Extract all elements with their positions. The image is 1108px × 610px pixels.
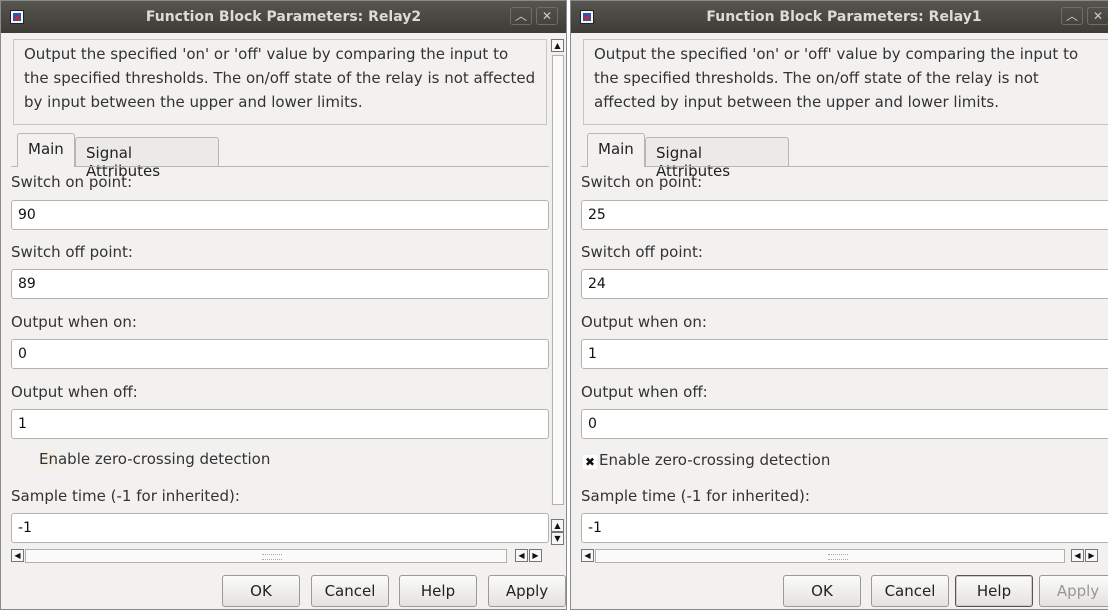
scrollbar-thumb[interactable] (25, 549, 507, 563)
scroll-right-icon[interactable]: ▶ (1085, 549, 1098, 562)
switch-off-field[interactable]: 89 (11, 269, 549, 299)
scroll-left-icon[interactable]: ◀ (11, 549, 24, 562)
tab-signal-attributes[interactable]: Signal Attributes (75, 137, 219, 180)
switch-on-label: Switch on point: (581, 173, 703, 191)
sample-time-field[interactable]: -1 (581, 513, 1108, 543)
block-description: Output the specified 'on' or 'off' value… (583, 39, 1108, 125)
ok-button[interactable]: OK (222, 575, 300, 607)
grip-icon (828, 554, 848, 560)
apply-button[interactable]: Apply (488, 575, 566, 607)
sample-time-label: Sample time (-1 for inherited): (581, 487, 810, 505)
chevron-up-icon[interactable]: ︿ (1061, 7, 1083, 25)
apply-button[interactable]: Apply (1039, 575, 1108, 607)
close-icon[interactable]: ✕ (1087, 7, 1108, 25)
scroll-up-icon[interactable]: ▲ (551, 519, 564, 532)
block-description: Output the specified 'on' or 'off' value… (13, 39, 547, 125)
zero-crossing-label: Enable zero-crossing detection (39, 450, 271, 468)
vertical-scrollbar[interactable]: ▲ ▲ ▼ (550, 39, 566, 547)
scroll-right-icon[interactable]: ▶ (529, 549, 542, 562)
output-on-label: Output when on: (11, 313, 137, 331)
zero-crossing-label: Enable zero-crossing detection (599, 451, 831, 469)
switch-on-label: Switch on point: (11, 173, 133, 191)
output-on-field[interactable]: 1 (581, 339, 1108, 369)
close-icon[interactable]: ✕ (536, 7, 558, 25)
horizontal-scrollbar[interactable]: ◀ ◀ ▶ (581, 547, 1108, 565)
tab-signal-attributes[interactable]: Signal Attributes (645, 137, 789, 180)
scroll-left-icon[interactable]: ◀ (581, 549, 594, 562)
tab-divider (11, 166, 549, 167)
parameters-scroll-area: Output the specified 'on' or 'off' value… (581, 37, 1108, 547)
dialog-relay1: Function Block Parameters: Relay1 ︿ ✕ Ou… (570, 0, 1108, 610)
grip-icon (262, 554, 282, 560)
tab-main[interactable]: Main (587, 133, 645, 167)
zero-crossing-checkbox[interactable]: ✖ (583, 455, 597, 469)
parameters-scroll-area: Output the specified 'on' or 'off' value… (11, 37, 549, 547)
scroll-up-icon[interactable]: ▲ (551, 39, 564, 52)
help-button[interactable]: Help (399, 575, 477, 607)
output-off-label: Output when off: (581, 383, 708, 401)
ok-button[interactable]: OK (783, 575, 861, 607)
scrollbar-thumb[interactable] (595, 549, 1065, 563)
tab-main[interactable]: Main (17, 133, 75, 167)
dialog-relay2: Function Block Parameters: Relay2 ︿ ✕ Ou… (0, 0, 567, 610)
button-row: OK Cancel Help Apply (571, 575, 1108, 609)
output-on-field[interactable]: 0 (11, 339, 549, 369)
chevron-up-icon[interactable]: ︿ (510, 7, 532, 25)
help-button[interactable]: Help (955, 575, 1033, 607)
scrollbar-thumb[interactable] (552, 55, 564, 505)
switch-off-field[interactable]: 24 (581, 269, 1108, 299)
horizontal-scrollbar[interactable]: ◀ ◀ ▶ (11, 547, 549, 565)
switch-on-field[interactable]: 25 (581, 200, 1108, 230)
window-title: Function Block Parameters: Relay1 (706, 9, 982, 25)
title-bar[interactable]: Function Block Parameters: Relay2 ︿ ✕ (1, 1, 566, 33)
window-title: Function Block Parameters: Relay2 (145, 9, 422, 25)
button-row: OK Cancel Help Apply (1, 575, 566, 609)
tab-divider (581, 166, 1108, 167)
output-off-field[interactable]: 0 (581, 409, 1108, 439)
sample-time-label: Sample time (-1 for inherited): (11, 487, 240, 505)
cancel-button[interactable]: Cancel (871, 575, 949, 607)
output-on-label: Output when on: (581, 313, 707, 331)
switch-off-label: Switch off point: (11, 243, 133, 261)
output-off-field[interactable]: 1 (11, 409, 549, 439)
scroll-down-icon[interactable]: ▼ (551, 532, 564, 545)
switch-off-label: Switch off point: (581, 243, 703, 261)
cancel-button[interactable]: Cancel (311, 575, 389, 607)
switch-on-field[interactable]: 90 (11, 200, 549, 230)
output-off-label: Output when off: (11, 383, 138, 401)
scroll-left-icon[interactable]: ◀ (1071, 549, 1084, 562)
title-bar[interactable]: Function Block Parameters: Relay1 ︿ ✕ (571, 1, 1108, 33)
scroll-left-icon[interactable]: ◀ (515, 549, 528, 562)
sample-time-field[interactable]: -1 (11, 513, 549, 543)
